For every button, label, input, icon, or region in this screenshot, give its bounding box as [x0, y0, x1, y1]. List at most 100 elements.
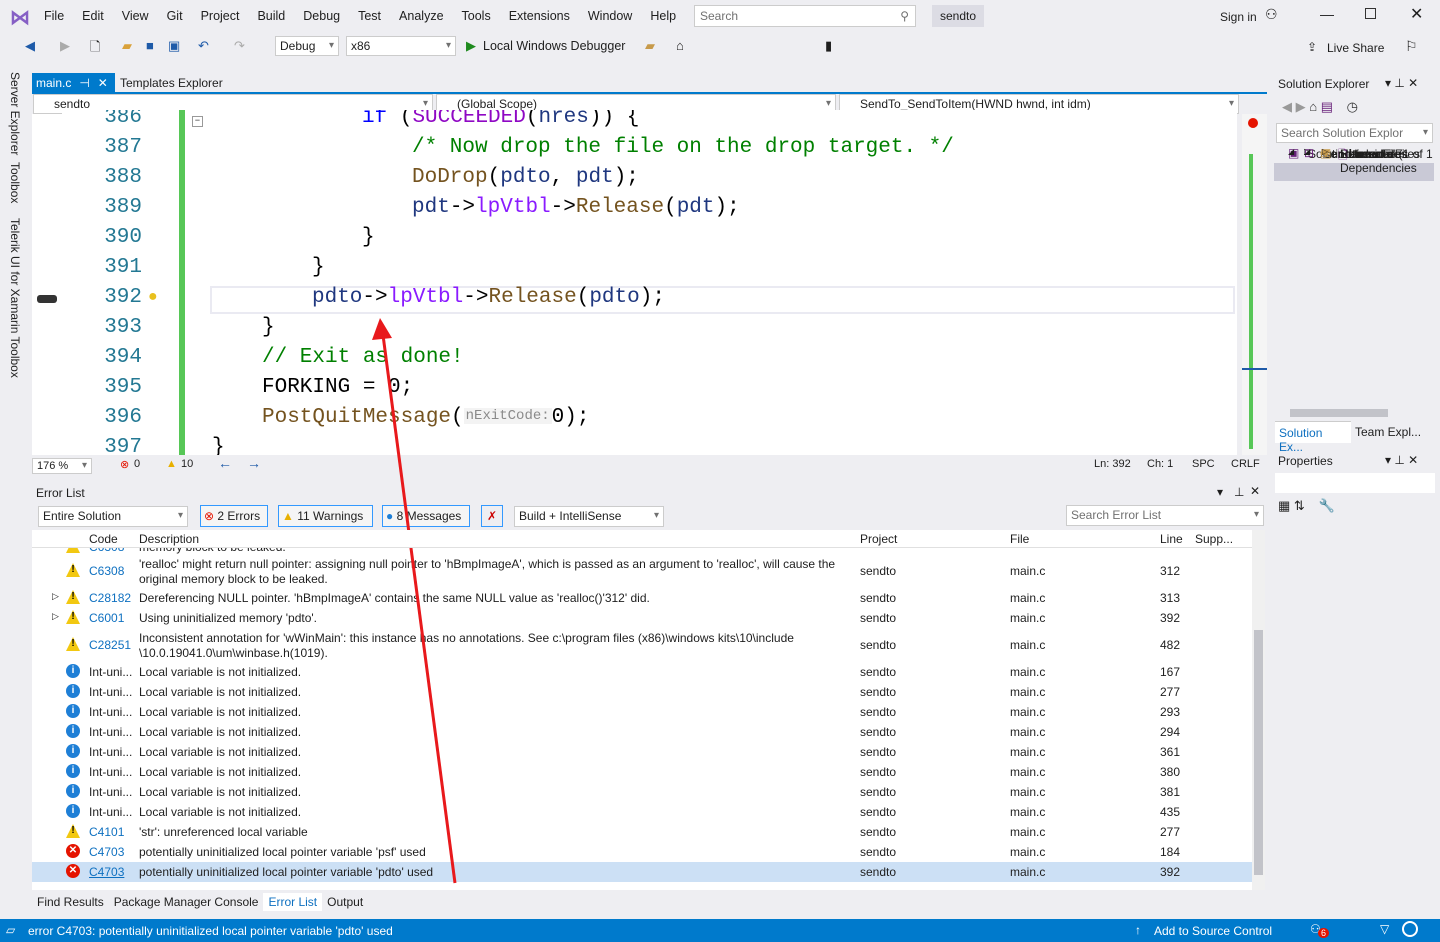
tab-main-c[interactable]: main.c ⊣ ✕: [32, 73, 115, 92]
column-file[interactable]: File: [1010, 532, 1029, 546]
menu-test[interactable]: Test: [349, 9, 390, 23]
menu-project[interactable]: Project: [192, 9, 249, 23]
lightbulb-icon[interactable]: ●: [148, 288, 158, 306]
menu-view[interactable]: View: [113, 9, 158, 23]
forward-icon[interactable]: ▶: [1296, 99, 1306, 114]
pin-icon[interactable]: ⊥: [1234, 485, 1244, 499]
side-tab-server-explorer[interactable]: Server Explorer: [8, 72, 22, 155]
open-icon[interactable]: ▰: [122, 38, 132, 54]
table-row[interactable]: i Int-uni... Local variable is not initial…: [32, 722, 1252, 742]
alphabetical-icon[interactable]: ⇅: [1294, 498, 1305, 513]
home-icon[interactable]: ⌂: [1309, 99, 1317, 114]
search-error-list-input[interactable]: Search Error List: [1066, 505, 1264, 526]
close-tab-icon[interactable]: ✕: [98, 76, 108, 90]
undo-icon[interactable]: ↶: [198, 38, 209, 54]
minimize-button[interactable]: —: [1320, 6, 1334, 22]
menu-tools[interactable]: Tools: [453, 9, 500, 23]
account-icon[interactable]: ⚇: [1265, 6, 1278, 23]
scroll-thumb[interactable]: [1254, 630, 1263, 875]
tab-templates-explorer[interactable]: Templates Explorer: [120, 76, 223, 90]
bottom-tab-find-results[interactable]: Find Results: [32, 893, 109, 911]
table-row[interactable]: ✕ C4703 potentially uninitialized local po…: [32, 862, 1252, 882]
menu-window[interactable]: Window: [579, 9, 641, 23]
pin-icon[interactable]: ⊣: [79, 76, 89, 90]
tree-item[interactable]: ▼ Resource Files: [1274, 146, 1434, 253]
column-line[interactable]: Line: [1160, 532, 1183, 546]
error-code[interactable]: C4703: [89, 845, 124, 859]
tree-item[interactable]: ▷ ▪ References: [1274, 146, 1434, 199]
output-window-icon[interactable]: ▱: [6, 923, 15, 937]
save-icon[interactable]: ■: [146, 38, 154, 53]
close-window-button[interactable]: ✕: [1410, 4, 1423, 24]
column-description[interactable]: Description: [139, 532, 199, 546]
warning-count-icon[interactable]: ▲: [166, 458, 177, 470]
expand-icon[interactable]: ◢: [1288, 147, 1294, 156]
home-icon[interactable]: ⌂: [676, 38, 684, 53]
search-solution-explorer-input[interactable]: Search Solution Explor: [1276, 123, 1433, 143]
error-list-scrollbar[interactable]: [1252, 530, 1265, 890]
error-code[interactable]: C6001: [89, 611, 124, 625]
table-row[interactable]: i Int-uni... Local variable is not initial…: [32, 782, 1252, 802]
live-share-icon[interactable]: ⇪: [1307, 40, 1317, 54]
clear-filter-icon[interactable]: ✗: [481, 505, 503, 527]
error-code[interactable]: C4101: [89, 825, 124, 839]
zoom-dropdown[interactable]: 176 %: [32, 458, 92, 474]
panel-dropdown-icon[interactable]: ▾: [1217, 485, 1223, 499]
run-icon[interactable]: ▶: [466, 38, 476, 54]
bottom-tab-output[interactable]: Output: [322, 893, 368, 911]
run-debugger-button[interactable]: Local Windows Debugger: [483, 39, 625, 53]
search-input[interactable]: Search ⚲: [694, 5, 916, 27]
side-tab-toolbox[interactable]: Toolbox: [8, 162, 22, 203]
close-panel-icon[interactable]: ✕: [1250, 484, 1260, 498]
live-share-button[interactable]: Live Share: [1327, 41, 1384, 55]
table-row[interactable]: ! C28251 Inconsistent annotation for 'wWin…: [32, 628, 1252, 662]
table-row[interactable]: ! C6308 'realloc' might return null pointe…: [32, 554, 1252, 588]
configuration-dropdown[interactable]: Debug: [275, 36, 339, 56]
error-code[interactable]: C4703: [89, 865, 124, 879]
properties-object-dropdown[interactable]: [1275, 473, 1435, 493]
table-row[interactable]: i Int-uni... Local variable is not initial…: [32, 682, 1252, 702]
table-row[interactable]: ▷! C28182 Dereferencing NULL pointer. 'hBm…: [32, 588, 1252, 608]
bookmark-icon[interactable]: ▮: [825, 38, 832, 54]
solution-explorer-controls[interactable]: ▾ ⊥ ✕: [1385, 76, 1418, 90]
tree-item[interactable]: ▷ 🗋 main.c: [1274, 147, 1434, 289]
switch-views-icon[interactable]: ▤: [1321, 99, 1333, 114]
column-suppression[interactable]: Supp...: [1195, 532, 1233, 546]
feedback-icon[interactable]: ⚐: [1405, 38, 1418, 55]
scope-filter-dropdown[interactable]: Entire Solution: [38, 506, 188, 527]
add-to-source-control-button[interactable]: Add to Source Control: [1154, 924, 1272, 938]
bottom-tab-error-list[interactable]: Error List: [263, 893, 323, 911]
error-code[interactable]: C28182: [89, 591, 131, 605]
expand-icon[interactable]: ◢: [1304, 147, 1310, 156]
warnings-filter-button[interactable]: ▲ 11 Warnings: [278, 505, 373, 527]
editor-scrollbar[interactable]: [1242, 114, 1267, 455]
properties-controls[interactable]: ▾ ⊥ ✕: [1385, 453, 1418, 467]
feedback-icon[interactable]: ▽: [1380, 922, 1389, 936]
error-code[interactable]: C28251: [89, 638, 131, 652]
menu-edit[interactable]: Edit: [73, 9, 113, 23]
messages-filter-button[interactable]: ● 8 Messages: [382, 505, 470, 527]
tab-solution-explorer[interactable]: Solution Ex...: [1275, 421, 1351, 454]
table-row[interactable]: i Int-uni... Local variable is not initial…: [32, 802, 1252, 822]
table-row[interactable]: ✕ C4703 potentially uninitialized local po…: [32, 842, 1252, 862]
table-row[interactable]: i Int-uni... Local variable is not initial…: [32, 662, 1252, 682]
property-pages-icon[interactable]: 🔧: [1318, 498, 1334, 513]
menu-help[interactable]: Help: [641, 9, 685, 23]
tree-item[interactable]: ▷ ▤ External Dependencies: [1274, 146, 1434, 217]
maximize-button[interactable]: [1365, 8, 1376, 19]
save-all-icon[interactable]: ▣: [168, 38, 180, 54]
error-code[interactable]: C6308: [89, 564, 124, 578]
back-icon[interactable]: ◀: [25, 38, 35, 54]
categorized-icon[interactable]: ▦: [1278, 498, 1290, 513]
error-count-icon[interactable]: ⊗: [120, 458, 129, 471]
back-icon[interactable]: ◀: [1282, 99, 1292, 114]
table-row[interactable]: i Int-uni... Local variable is not initial…: [32, 762, 1252, 782]
find-in-files-icon[interactable]: ▰: [645, 38, 655, 54]
tab-team-explorer[interactable]: Team Expl...: [1355, 425, 1421, 439]
tree-item[interactable]: ▼ Header Files: [1274, 146, 1434, 235]
table-row[interactable]: i Int-uni... Local variable is not initial…: [32, 702, 1252, 722]
expand-icon[interactable]: ▷: [52, 591, 59, 602]
menu-debug[interactable]: Debug: [294, 9, 349, 23]
forward-icon[interactable]: ▶: [60, 38, 70, 54]
column-project[interactable]: Project: [860, 532, 897, 546]
